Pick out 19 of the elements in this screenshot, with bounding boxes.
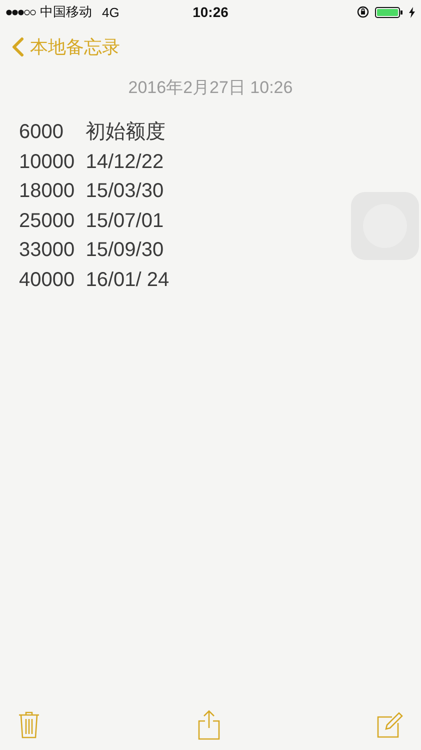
note-line: 10000 14/12/22 [19,150,165,174]
trash-icon[interactable] [18,711,40,739]
note-line: 40000 16/01/ 24 [19,268,170,292]
chevron-icon [12,37,24,57]
note-line: 6000 初始额度 [19,120,167,145]
network-type: 4G [102,4,120,20]
battery-icon [375,6,403,18]
note-date: 2016年2月27日 10:26 [127,77,294,99]
note-line: 18000 15/03/30 [19,179,165,204]
back-button[interactable]: 本地备忘录 [12,35,120,59]
note-line: 25000 15/07/01 [19,208,165,234]
charging-icon [409,6,415,18]
signal-icon [6,8,36,16]
share-icon[interactable] [198,710,220,740]
compose-icon[interactable] [377,712,403,738]
carrier-name: 中国移动 [40,3,92,21]
note-line: 33000 15/09/30 [19,238,165,263]
status-time: 10:26 [192,4,228,20]
rotation-lock-icon [357,6,369,18]
